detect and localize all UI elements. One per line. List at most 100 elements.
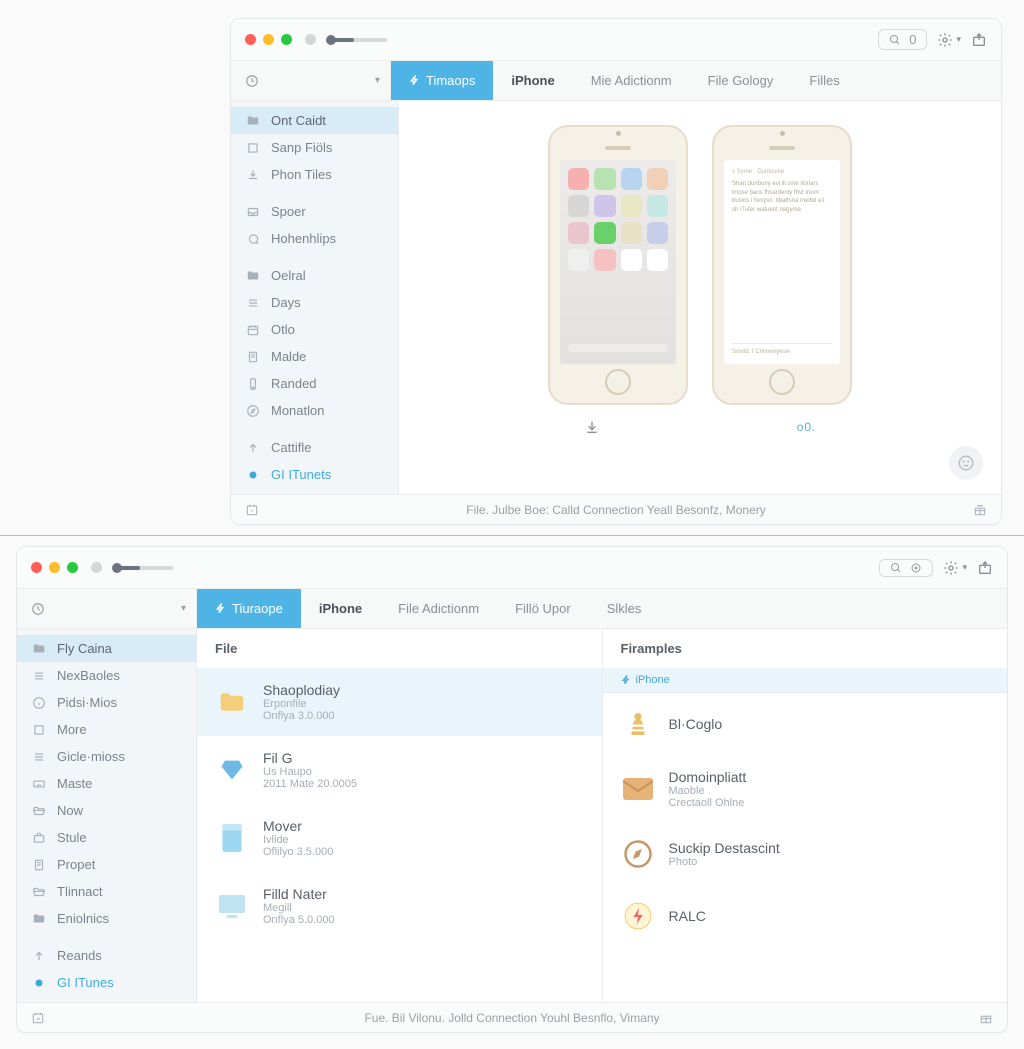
sidebar-item-label: Cattifle — [271, 440, 311, 455]
list-item[interactable]: Suckip DestascintPhoto — [603, 823, 1008, 885]
sidebar-item-tlinnact[interactable]: Tlinnact — [17, 878, 196, 905]
sidebar-item-nexbaoles[interactable]: NexBaoles — [17, 662, 196, 689]
download-button[interactable] — [584, 419, 600, 435]
sidebar-item-propet[interactable]: Propet — [17, 851, 196, 878]
gift-icon — [973, 503, 987, 517]
list-item[interactable]: Filld NaterMegillOnflya 5.0.000 — [197, 872, 602, 940]
tab-slkles[interactable]: Slkles — [589, 589, 660, 628]
search-input[interactable] — [879, 559, 933, 577]
sidebar-item-label: Stule — [57, 830, 87, 845]
list-item[interactable]: DomoinpliattMaobleCrectaoll Ohlne — [603, 755, 1008, 823]
main-content: s Syme · Duntusine Shan dunbuny evl ill … — [399, 101, 1001, 494]
device-selector[interactable]: ▾ — [231, 61, 391, 100]
face-icon — [957, 454, 975, 472]
sidebar-item-more[interactable]: More — [17, 716, 196, 743]
tab-fill-upor[interactable]: Fillö Upor — [497, 589, 589, 628]
window-top: 0 ▾ ▾ TimaopsiPhoneMie AdictionmFile Gol… — [230, 18, 1002, 525]
progress-slider[interactable] — [118, 566, 173, 570]
sidebar-item-stule[interactable]: Stule — [17, 824, 196, 851]
list-item[interactable]: ShaoplodiayErponfileOnflya 3.0.000 — [197, 668, 602, 736]
sidebar-item-phon-tiles[interactable]: Phon Tiles — [231, 161, 398, 188]
sidebar-item-malde[interactable]: Malde — [231, 343, 398, 370]
iphone-preview-note: s Syme · Duntusine Shan dunbuny evl ill … — [712, 125, 852, 405]
sidebar-item-fly-caina[interactable]: Fly Caina — [17, 635, 196, 662]
list-item-title: Mover — [263, 818, 333, 834]
list-item[interactable]: Bl·Coglo — [603, 693, 1008, 755]
minimize-icon[interactable] — [263, 34, 274, 45]
tab-iphone[interactable]: iPhone — [493, 61, 572, 100]
sidebar-item-label: GI ITunes — [57, 975, 114, 990]
iphone-chip[interactable]: iPhone — [603, 668, 1008, 693]
tab-mie-adictionm[interactable]: Mie Adictionm — [573, 61, 690, 100]
main-content: File ShaoplodiayErponfileOnflya 3.0.000F… — [197, 629, 1007, 1002]
sidebar-item-ont-caidt[interactable]: Ont Caidt — [231, 107, 398, 134]
sidebar-item-otlo[interactable]: Otlo — [231, 316, 398, 343]
window-controls[interactable] — [31, 562, 102, 573]
note-footer: Sowtd. t Cnimenyesie — [732, 343, 832, 356]
sidebar-item-label: Fly Caina — [57, 641, 112, 656]
export-button[interactable] — [971, 32, 987, 48]
sidebar-item-gi-itunes[interactable]: GI ITunes — [17, 969, 196, 996]
tab-file-gology[interactable]: File Gology — [690, 61, 792, 100]
search-input[interactable]: 0 — [878, 29, 927, 50]
column-right-header: Firamples — [603, 629, 1008, 668]
tab-tiuraope[interactable]: Tiuraope — [197, 589, 301, 628]
zoom-icon[interactable] — [67, 562, 78, 573]
sidebar-item-gi-itunets[interactable]: GI ITunets — [231, 461, 398, 488]
sidebar-item-eniolnics[interactable]: Eniolnics — [17, 905, 196, 932]
sidebar-item-oelral[interactable]: Oelral — [231, 262, 398, 289]
disabled-dot-icon — [305, 34, 316, 45]
info-icon — [31, 696, 47, 710]
sidebar-item-days[interactable]: Days — [231, 289, 398, 316]
status-text: File. Julbe Boe: Calld Connection Yeall … — [466, 503, 766, 517]
sidebar-item-cattifle[interactable]: Cattifle — [231, 434, 398, 461]
uparrow-icon — [31, 949, 47, 963]
action-right-label[interactable]: ᴏ0. — [797, 420, 817, 434]
sidebar-item-maste[interactable]: Maste — [17, 770, 196, 797]
calendar-icon — [245, 323, 261, 337]
device-selector[interactable]: ▾ — [17, 589, 197, 628]
list-item-title: RALC — [669, 908, 706, 924]
mail-icon — [621, 772, 655, 806]
tab-filles[interactable]: Filles — [791, 61, 857, 100]
briefcase-icon — [31, 831, 47, 845]
chevron-down-icon: ▾ — [181, 603, 186, 614]
window-controls[interactable] — [245, 34, 316, 45]
sidebar-item-randed[interactable]: Randed — [231, 370, 398, 397]
sidebar: Ont CaidtSanp FiölsPhon Tiles SpoerHohenh… — [231, 101, 399, 494]
sidebar-item-label: Days — [271, 295, 301, 310]
settings-button[interactable]: ▾ — [943, 560, 967, 576]
folder-icon — [245, 269, 261, 283]
sidebar-item-pidsi-mios[interactable]: Pidsi·Mios — [17, 689, 196, 716]
compass-icon — [245, 404, 261, 418]
gear-icon — [937, 32, 953, 48]
list-item-title: Bl·Coglo — [669, 716, 723, 732]
sidebar-item-monatlon[interactable]: Monatlon — [231, 397, 398, 424]
sidebar-item-now[interactable]: Now — [17, 797, 196, 824]
close-icon[interactable] — [31, 562, 42, 573]
minimize-icon[interactable] — [49, 562, 60, 573]
export-button[interactable] — [977, 560, 993, 576]
progress-slider[interactable] — [332, 38, 387, 42]
list-item-title: Suckip Destascint — [669, 840, 780, 856]
sidebar-item-spoer[interactable]: Spoer — [231, 198, 398, 225]
zoom-icon[interactable] — [281, 34, 292, 45]
tab-file-adictionm[interactable]: File Adictionm — [380, 589, 497, 628]
list-item[interactable]: Fil GUs Haupo2011 Mate 20.0005 — [197, 736, 602, 804]
sidebar-item-sanp-fi-ls[interactable]: Sanp Fiöls — [231, 134, 398, 161]
close-icon[interactable] — [245, 34, 256, 45]
list-item[interactable]: RALC — [603, 885, 1008, 947]
list-item[interactable]: MoverIvlideOflilyo 3.5.000 — [197, 804, 602, 872]
emoji-fab[interactable] — [949, 446, 983, 480]
tab-timaops[interactable]: Timaops — [391, 61, 493, 100]
note-body: Shan dunbuny evl ill sme itorlars lmose … — [732, 180, 832, 214]
lightning-icon — [409, 75, 420, 86]
sidebar-item-reands[interactable]: Reands — [17, 942, 196, 969]
sync-icon — [245, 74, 259, 88]
tab-iphone[interactable]: iPhone — [301, 589, 380, 628]
target-icon — [910, 562, 922, 574]
settings-button[interactable]: ▾ — [937, 32, 961, 48]
sidebar-item-hohenhlips[interactable]: Hohenhlips — [231, 225, 398, 252]
sidebar-item-gicle-mioss[interactable]: Gicle·mioss — [17, 743, 196, 770]
inbox-icon — [245, 205, 261, 219]
